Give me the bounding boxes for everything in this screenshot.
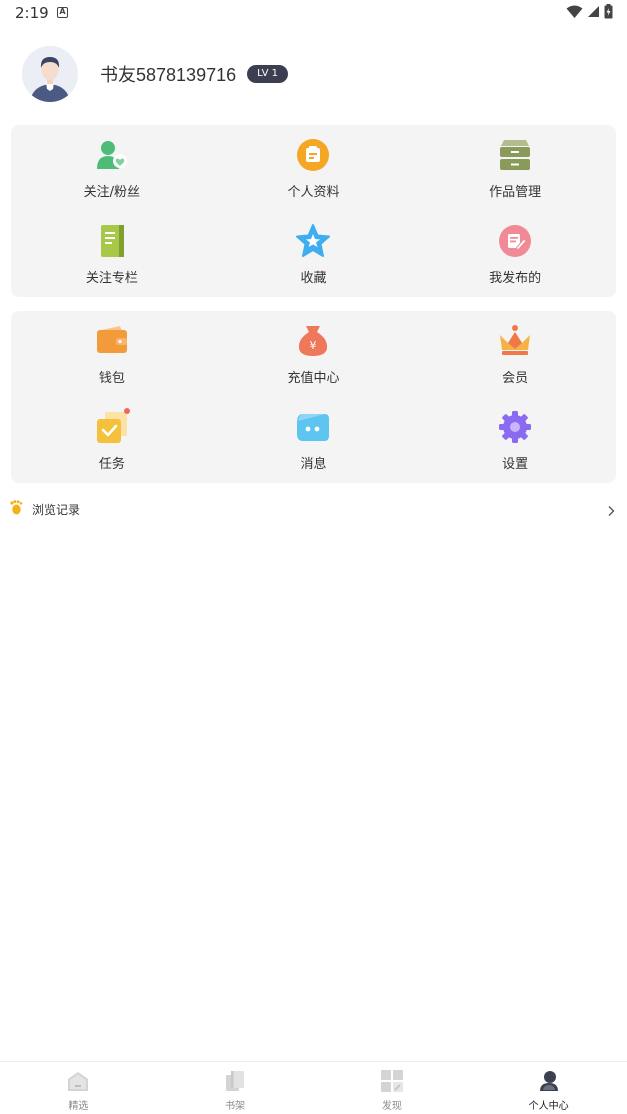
battery-charging-icon xyxy=(604,4,613,19)
nav-item-discover[interactable]: 发现 xyxy=(314,1062,471,1114)
menu-label: 个人资料 xyxy=(287,185,340,200)
home-icon xyxy=(65,1068,91,1094)
nav-label: 书架 xyxy=(225,1101,246,1112)
menu-item-profile-info[interactable]: 个人资料 xyxy=(213,125,415,211)
user-avatar xyxy=(22,46,78,102)
nav-label: 精选 xyxy=(68,1101,89,1112)
menu-item-recharge[interactable]: ¥ 充值中心 xyxy=(213,311,415,397)
wallet-icon xyxy=(94,323,130,359)
task-icon xyxy=(94,408,130,445)
wifi-icon xyxy=(566,5,583,18)
nav-item-personal-center[interactable]: 个人中心 xyxy=(470,1062,627,1114)
menu-item-wallet[interactable]: 钱包 xyxy=(11,311,213,397)
a-box-icon: A xyxy=(57,7,68,18)
level-badge: LV 1 xyxy=(247,65,288,83)
menu-label: 会员 xyxy=(502,371,529,386)
crown-icon xyxy=(497,323,533,359)
menu-item-tasks[interactable]: 任务 xyxy=(11,397,213,483)
status-icons xyxy=(566,4,613,19)
money-bag-icon: ¥ xyxy=(295,323,331,359)
menu-item-works-manage[interactable]: 作品管理 xyxy=(414,125,616,211)
menu-item-my-posts[interactable]: 我发布的 xyxy=(414,211,616,297)
menu-item-membership[interactable]: 会员 xyxy=(414,311,616,397)
star-icon xyxy=(295,223,331,259)
menu-label: 钱包 xyxy=(98,371,125,386)
username: 书友5878139716 xyxy=(100,65,237,85)
menu-label: 消息 xyxy=(300,457,327,472)
profile-menu-card: 关注/粉丝 个人资料 作品管理 关注专栏 收藏 我发布的 xyxy=(11,125,616,297)
menu-item-favorites[interactable]: 收藏 xyxy=(213,211,415,297)
my-posts-icon xyxy=(497,223,533,259)
menu-item-settings[interactable]: 设置 xyxy=(414,397,616,483)
footprint-icon xyxy=(10,499,23,519)
chevron-right-icon xyxy=(607,502,615,521)
browse-history-row[interactable]: 浏览记录 xyxy=(10,497,617,521)
status-time: 2:19 xyxy=(15,4,49,22)
account-menu-card: 钱包 ¥ 充值中心 会员 任务 消息 设置 xyxy=(11,311,616,483)
nav-label: 发现 xyxy=(381,1101,402,1112)
menu-label: 作品管理 xyxy=(489,185,542,200)
menu-item-column[interactable]: 关注专栏 xyxy=(11,211,213,297)
menu-label: 充值中心 xyxy=(287,371,340,386)
svg-text:¥: ¥ xyxy=(310,339,317,352)
browse-history-label: 浏览记录 xyxy=(32,502,81,517)
status-bar: 2:19 A xyxy=(0,0,627,26)
menu-label: 关注专栏 xyxy=(85,271,138,286)
person-icon xyxy=(536,1068,562,1094)
column-book-icon xyxy=(94,223,130,259)
message-icon xyxy=(295,409,331,445)
notification-dot xyxy=(123,408,130,414)
menu-label: 设置 xyxy=(502,457,529,472)
nav-label: 个人中心 xyxy=(528,1101,569,1112)
cellular-icon xyxy=(588,6,599,17)
nav-item-featured[interactable]: 精选 xyxy=(0,1062,157,1114)
menu-label: 任务 xyxy=(98,457,125,472)
discover-icon xyxy=(379,1068,405,1094)
profile-header[interactable]: 书友5878139716 LV 1 xyxy=(22,45,288,103)
follow-fans-icon xyxy=(94,137,130,173)
bottom-navigation: 精选 书架 发现 个人中心 xyxy=(0,1061,627,1114)
avatar[interactable] xyxy=(22,46,78,102)
menu-item-follow-fans[interactable]: 关注/粉丝 xyxy=(11,125,213,211)
menu-label: 我发布的 xyxy=(489,271,542,286)
menu-label: 关注/粉丝 xyxy=(83,185,141,200)
profile-info-icon xyxy=(295,137,331,173)
nav-item-bookshelf[interactable]: 书架 xyxy=(157,1062,314,1114)
bookshelf-icon xyxy=(222,1068,248,1094)
works-manage-icon xyxy=(497,137,533,173)
menu-label: 收藏 xyxy=(300,271,327,286)
gear-icon xyxy=(497,409,533,445)
menu-item-messages[interactable]: 消息 xyxy=(213,397,415,483)
